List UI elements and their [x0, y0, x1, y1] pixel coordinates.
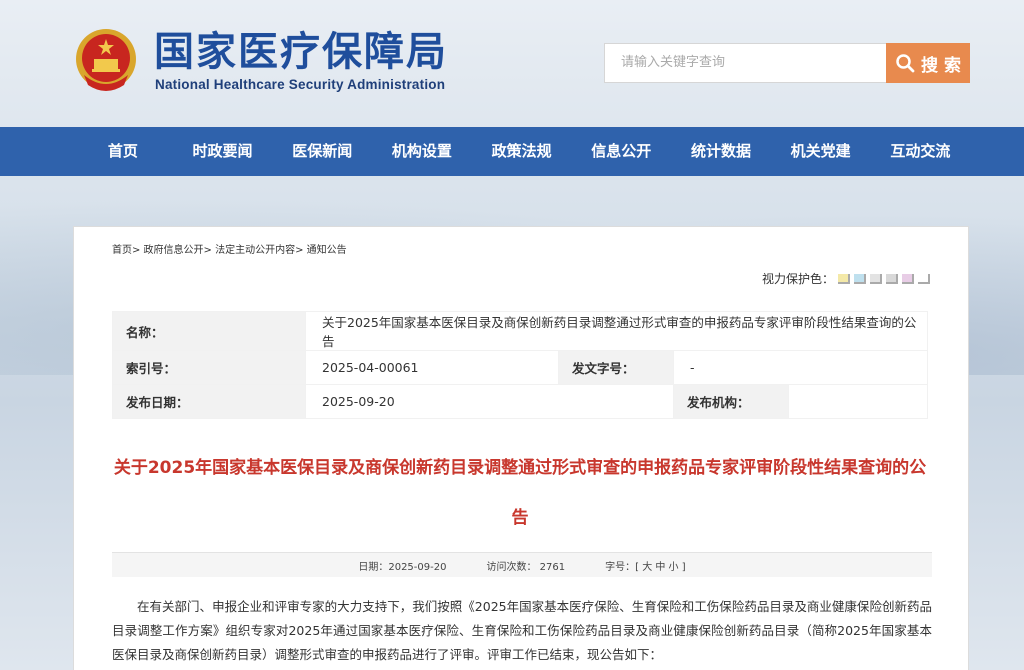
breadcrumb[interactable]: 首页> 政府信息公开> 法定主动公开内容> 通知公告	[112, 241, 347, 256]
meta-docno-label: 发文字号：	[558, 350, 674, 385]
eye-protect-colors: 视力保护色：	[762, 270, 930, 287]
nav-item-interaction[interactable]: 互动交流	[871, 127, 971, 176]
nav-item-politics-news[interactable]: 时政要闻	[173, 127, 273, 176]
article-title: 关于2025年国家基本医保目录及商保创新药目录调整通过形式审查的申报药品专家评审…	[113, 458, 927, 528]
meta-date-value: 2025-09-20	[305, 384, 674, 419]
swatch-pink[interactable]	[902, 273, 914, 284]
nav-item-healthcare-news[interactable]: 医保新闻	[272, 127, 372, 176]
site-logo-cn[interactable]: 国家医疗保障局	[154, 28, 448, 76]
nav-item-policy[interactable]: 政策法规	[472, 127, 572, 176]
swatch-gray[interactable]	[886, 273, 898, 284]
meta-org-label: 发布机构：	[673, 384, 789, 419]
nav-item-party-building[interactable]: 机关党建	[771, 127, 871, 176]
search-button[interactable]: 搜 索	[886, 43, 970, 83]
swatch-light-gray[interactable]	[870, 273, 882, 284]
site-header: 国家医疗保障局 National Healthcare Security Adm…	[0, 0, 1024, 127]
nav-item-organization[interactable]: 机构设置	[372, 127, 472, 176]
meta-org-value	[788, 384, 928, 419]
swatch-white[interactable]	[918, 273, 930, 284]
search-icon	[896, 54, 915, 73]
article-date: 日期：2025-09-20	[358, 561, 447, 573]
site-logo-en: National Healthcare Security Administrat…	[155, 77, 446, 92]
swatch-blue[interactable]	[854, 273, 866, 284]
nav-item-info-disclosure[interactable]: 信息公开	[571, 127, 671, 176]
search-button-label: 搜 索	[921, 55, 961, 76]
meta-index-value: 2025-04-00061	[305, 350, 559, 385]
meta-date-label: 发布日期：	[112, 384, 306, 419]
article-info-bar: 日期：2025-09-20 访问次数： 2761 字号：[ 大 中 小 ]	[112, 552, 932, 577]
search-input[interactable]: 请输入关键字查询	[604, 43, 886, 83]
article-paragraph: 在有关部门、申报企业和评审专家的大力支持下，我们按照《2025年国家基本医疗保险…	[112, 599, 932, 662]
article-visits: 访问次数： 2761	[486, 561, 566, 573]
national-emblem-icon	[74, 27, 138, 95]
document-meta-table: 名称： 关于2025年国家基本医保目录及商保创新药目录调整通过形式审查的申报药品…	[112, 311, 928, 419]
eye-protect-label: 视力保护色：	[761, 272, 834, 286]
font-size-selector[interactable]: 字号：[ 大 中 小 ]	[605, 558, 686, 573]
nav-item-home[interactable]: 首页	[73, 127, 173, 176]
meta-index-label: 索引号：	[112, 350, 306, 385]
meta-docno-value: -	[673, 350, 928, 385]
swatch-yellow[interactable]	[838, 273, 850, 284]
meta-name-label: 名称：	[112, 311, 306, 351]
nav-item-statistics[interactable]: 统计数据	[671, 127, 771, 176]
meta-name-value: 关于2025年国家基本医保目录及商保创新药目录调整通过形式审查的申报药品专家评审…	[305, 311, 928, 351]
content-card: 首页> 政府信息公开> 法定主动公开内容> 通知公告 视力保护色： 名称： 关于…	[73, 226, 969, 670]
main-nav: 首页 时政要闻 医保新闻 机构设置 政策法规 信息公开 统计数据 机关党建 互动…	[0, 127, 1024, 176]
